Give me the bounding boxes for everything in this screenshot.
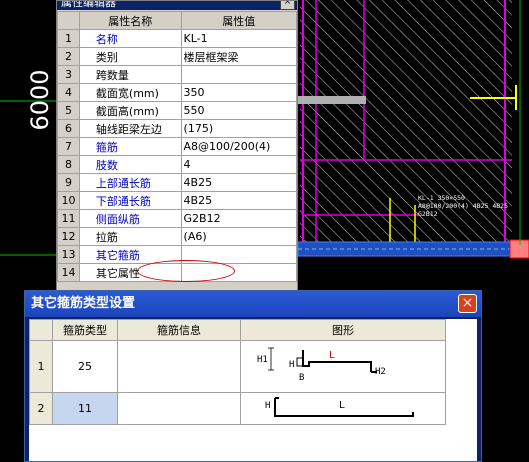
property-row[interactable]: 12 拉筋 (A6) — [57, 227, 297, 246]
property-name[interactable]: 截面宽(mm) — [78, 83, 182, 102]
stirrup-info-cell[interactable] — [117, 340, 241, 393]
highlight-oval — [137, 260, 235, 282]
property-name[interactable]: 箍筋 — [78, 137, 182, 156]
beam-annotation-line2: A8@100/200(4) 4B25 4B25 — [418, 202, 508, 210]
close-icon[interactable]: × — [280, 1, 295, 10]
stirrup-info-header[interactable]: 箍筋信息 — [117, 319, 241, 341]
row-number: 8 — [57, 155, 80, 174]
property-name[interactable]: 名称 — [78, 29, 182, 48]
shape-cell[interactable]: H L — [240, 392, 446, 425]
property-row[interactable]: 9 上部通长筋 4B25 — [57, 173, 297, 192]
property-value[interactable]: 350 — [180, 83, 297, 102]
row-number: 2 — [57, 47, 80, 66]
row-number: 5 — [57, 101, 80, 120]
property-row[interactable]: 4 截面宽(mm) 350 — [57, 83, 297, 102]
property-value[interactable]: (175) — [180, 119, 297, 138]
property-name[interactable]: 肢数 — [78, 155, 182, 174]
dimension-label: 6000 — [26, 69, 54, 130]
property-value-header[interactable]: 属性值 — [180, 11, 297, 30]
property-value[interactable]: G2B12 — [180, 209, 297, 228]
property-row[interactable]: 6 轴线距梁左边 (175) — [57, 119, 297, 138]
stirrup-type-dialog: 其它箍筋类型设置 × 箍筋类型 箍筋信息 图形 1 25 H1 H B L H2… — [24, 290, 482, 462]
property-value[interactable]: 楼层框架梁 — [180, 47, 297, 66]
property-name[interactable]: 下部通长筋 — [78, 191, 182, 210]
shape-label-h2: H2 — [375, 367, 386, 377]
row-number-header — [57, 11, 80, 30]
shape-label-h: H — [289, 360, 294, 370]
table-row[interactable]: 1 25 H1 H B L H2 — [29, 340, 446, 393]
property-name[interactable]: 跨数量 — [78, 65, 182, 84]
stirrup-type-cell-selected[interactable]: 11 — [52, 392, 118, 425]
property-name-header[interactable]: 属性名称 — [78, 11, 182, 30]
beam-annotation-line3: G2B12 — [418, 210, 438, 218]
row-number-header — [29, 319, 53, 341]
row-number: 6 — [57, 119, 80, 138]
row-number: 10 — [57, 191, 80, 210]
property-name[interactable]: 类别 — [78, 47, 182, 66]
row-number: 13 — [57, 245, 80, 264]
stirrup-table: 箍筋类型 箍筋信息 图形 1 25 H1 H B L H2 2 11 H L — [29, 319, 446, 425]
shape-label-b: B — [299, 373, 304, 383]
shape-label-l: L — [339, 400, 345, 411]
row-number: 1 — [29, 340, 53, 393]
shape-cell[interactable]: H1 H B L H2 — [240, 340, 446, 393]
stirrup-info-cell[interactable] — [117, 392, 241, 425]
stirrup-type-header[interactable]: 箍筋类型 — [52, 319, 118, 341]
property-row[interactable]: 1 名称 KL-1 — [57, 29, 297, 48]
property-name[interactable]: 拉筋 — [78, 227, 182, 246]
beam-annotation-line1: KL-1 350×550 — [418, 194, 465, 202]
properties-panel: 属性编辑器 × 属性名称 属性值 1 名称 KL-1 2 类别 楼层框架梁 3 跨数量 4 截面宽… — [56, 0, 298, 292]
dialog-title[interactable]: 其它箍筋类型设置 — [25, 291, 481, 317]
row-number: 2 — [29, 392, 53, 425]
row-number: 1 — [57, 29, 80, 48]
stirrup-shape-25: H1 H B L H2 — [257, 347, 386, 383]
stirrup-type-cell[interactable]: 25 — [52, 340, 118, 393]
shape-label-h: H — [265, 401, 270, 411]
row-number: 3 — [57, 65, 80, 84]
row-number: 14 — [57, 263, 80, 282]
property-row[interactable]: 7 箍筋 A8@100/200(4) — [57, 137, 297, 156]
row-number: 12 — [57, 227, 80, 246]
property-name[interactable]: 上部通长筋 — [78, 173, 182, 192]
properties-table: 属性名称 属性值 1 名称 KL-1 2 类别 楼层框架梁 3 跨数量 4 截面宽(mm) 350 5… — [57, 11, 297, 282]
property-row[interactable]: 11 侧面纵筋 G2B12 — [57, 209, 297, 228]
property-row[interactable]: 5 截面高(mm) 550 — [57, 101, 297, 120]
property-value[interactable]: 4B25 — [180, 191, 297, 210]
properties-panel-title[interactable]: 属性编辑器 — [57, 1, 297, 10]
property-value[interactable]: 4B25 — [180, 173, 297, 192]
row-number: 11 — [57, 209, 80, 228]
property-name[interactable]: 轴线距梁左边 — [78, 119, 182, 138]
close-icon[interactable]: × — [458, 294, 477, 313]
shape-header[interactable]: 图形 — [240, 319, 446, 341]
row-number: 9 — [57, 173, 80, 192]
table-row[interactable]: 2 11 H L — [29, 392, 446, 425]
property-row[interactable]: 3 跨数量 — [57, 65, 297, 84]
property-value[interactable]: KL-1 — [180, 29, 297, 48]
row-number: 7 — [57, 137, 80, 156]
stirrup-shape-11: H L — [265, 397, 414, 417]
property-row[interactable]: 2 类别 楼层框架梁 — [57, 47, 297, 66]
shape-label-l: L — [329, 350, 335, 361]
beam-segment — [298, 96, 366, 104]
dialog-body: 箍筋类型 箍筋信息 图形 1 25 H1 H B L H2 2 11 H L — [29, 319, 477, 461]
property-value[interactable]: A8@100/200(4) — [180, 137, 297, 156]
property-name[interactable]: 侧面纵筋 — [78, 209, 182, 228]
property-row[interactable]: 10 下部通长筋 4B25 — [57, 191, 297, 210]
property-value[interactable]: 550 — [180, 101, 297, 120]
shape-label-h1: H1 — [257, 355, 268, 365]
property-value[interactable]: (A6) — [180, 227, 297, 246]
property-value[interactable]: 4 — [180, 155, 297, 174]
row-number: 4 — [57, 83, 80, 102]
property-value[interactable] — [180, 65, 297, 84]
property-row[interactable]: 8 肢数 4 — [57, 155, 297, 174]
property-name[interactable]: 截面高(mm) — [78, 101, 182, 120]
